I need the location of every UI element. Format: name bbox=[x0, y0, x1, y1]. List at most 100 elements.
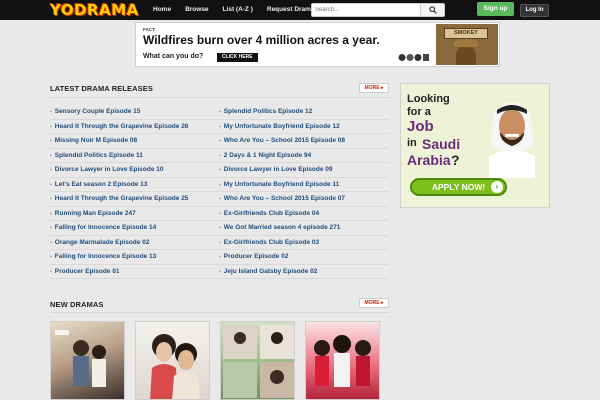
poster-figures-icon bbox=[150, 334, 200, 399]
release-list-item[interactable]: ▪ Orange Marmalade Episode 02 bbox=[50, 236, 220, 250]
release-title-link[interactable]: Who Are You – School 2015 Episode 07 bbox=[224, 195, 345, 202]
drama-poster-3[interactable] bbox=[220, 321, 295, 400]
release-list-item[interactable]: ▪ Splendid Politics Episode 11 bbox=[50, 149, 220, 163]
release-list-item[interactable]: ▪ Falling for Innocence Episode 14 bbox=[50, 221, 220, 236]
site-logo[interactable]: YODRAMA bbox=[50, 1, 139, 19]
release-list-item[interactable]: ▪ Heard It Through the Grapevine Episode … bbox=[50, 192, 220, 207]
release-title-link[interactable]: Producer Episode 01 bbox=[55, 268, 120, 275]
bullet-icon: ▪ bbox=[50, 109, 52, 115]
bullet-icon: ▪ bbox=[50, 181, 52, 188]
search-box bbox=[311, 3, 445, 17]
search-input[interactable] bbox=[315, 5, 420, 15]
release-list-item[interactable]: ▪ My Unfortunate Boyfriend Episode 11 bbox=[219, 178, 389, 192]
bullet-icon: ▪ bbox=[50, 268, 52, 275]
top-navbar: YODRAMA Home Browse List (A-Z ) Request … bbox=[0, 0, 600, 20]
release-title-link[interactable]: My Unfortunate Boyfriend Episode 12 bbox=[224, 123, 340, 130]
bullet-icon: ▪ bbox=[219, 152, 221, 159]
ad-question-mark: ? bbox=[451, 152, 460, 168]
ad-job: Job bbox=[407, 118, 434, 135]
release-list-item[interactable]: ▪ Falling for Innocence Episode 13 bbox=[50, 250, 220, 265]
release-title-link[interactable]: Producer Episode 02 bbox=[224, 253, 289, 260]
release-title-link[interactable]: Ex-Girlfriends Club Episode 03 bbox=[224, 239, 319, 246]
latest-releases-title: LATEST DRAMA RELEASES bbox=[50, 84, 153, 93]
release-title-link[interactable]: Splendid Politics Episode 12 bbox=[224, 108, 313, 115]
release-title-link[interactable]: Sensory Couple Episode 15 bbox=[55, 108, 141, 115]
latest-list-right: ▪ Splendid Politics Episode 12 ▪ My Unfortu… bbox=[219, 105, 389, 279]
saudi-job-ad[interactable]: Looking for a Job in Saudi Arabia ? APPL… bbox=[400, 83, 550, 208]
release-title-link[interactable]: Heard It Through the Grapevine Episode 2… bbox=[55, 195, 189, 202]
bullet-icon: ▪ bbox=[50, 210, 52, 217]
bullet-icon: ▪ bbox=[50, 123, 52, 130]
release-title-link[interactable]: Orange Marmalade Episode 02 bbox=[55, 239, 150, 246]
release-title-link[interactable]: Falling for Innocence Episode 14 bbox=[55, 224, 157, 231]
bullet-icon: ▪ bbox=[219, 254, 221, 260]
new-dramas-more-button[interactable]: MORE ▸ bbox=[359, 298, 389, 308]
release-title-link[interactable]: Ex-Girlfriends Club Episode 04 bbox=[224, 210, 319, 217]
latest-more-button[interactable]: MORE ▸ bbox=[359, 83, 389, 93]
release-list-item[interactable]: ▪ Missing Noir M Episode 08 bbox=[50, 134, 220, 149]
release-title-link[interactable]: Heard It Through the Grapevine Episode 2… bbox=[55, 123, 189, 130]
release-list-item[interactable]: ▪ Ex-Girlfriends Club Episode 03 bbox=[219, 236, 389, 250]
ad-fact-label: FACT: bbox=[143, 27, 156, 32]
release-title-link[interactable]: Jeju Island Gatsby Episode 02 bbox=[224, 268, 318, 275]
release-list-item[interactable]: ▪ My Unfortunate Boyfriend Episode 12 bbox=[219, 120, 389, 134]
ad-sponsor-logos-icon bbox=[398, 54, 429, 61]
drama-poster-2[interactable] bbox=[135, 321, 210, 400]
release-list-item[interactable]: ▪ Running Man Episode 247 bbox=[50, 207, 220, 221]
release-list-item[interactable]: ▪ Who Are You – School 2015 Episode 08 bbox=[219, 134, 389, 149]
bullet-icon: ▪ bbox=[219, 167, 221, 173]
bullet-icon: ▪ bbox=[219, 138, 221, 144]
release-list-item[interactable]: ▪ Ex-Girlfriends Club Episode 04 bbox=[219, 207, 389, 221]
release-title-link[interactable]: Divorce Lawyer in Love Episode 10 bbox=[55, 166, 164, 173]
man-portrait-image bbox=[489, 102, 535, 178]
release-title-link[interactable]: Let's Eat season 2 Episode 13 bbox=[55, 181, 148, 188]
release-list-item[interactable]: ▪ Divorce Lawyer in Love Episode 09 bbox=[219, 163, 389, 178]
release-list-item[interactable]: ▪ We Got Married season 4 episode 271 bbox=[219, 221, 389, 236]
section-divider bbox=[50, 312, 390, 313]
release-list-item[interactable]: ▪ Producer Episode 02 bbox=[219, 250, 389, 265]
bullet-icon: ▪ bbox=[219, 239, 221, 246]
bullet-icon: ▪ bbox=[219, 268, 221, 275]
release-list-item[interactable]: ▪ Producer Episode 01 bbox=[50, 265, 220, 279]
poster-figures-icon bbox=[314, 335, 371, 387]
chevron-right-icon: › bbox=[491, 181, 503, 193]
drama-poster-4[interactable] bbox=[305, 321, 380, 400]
release-title-link[interactable]: Who Are You – School 2015 Episode 08 bbox=[224, 137, 345, 144]
nav-browse[interactable]: Browse bbox=[178, 0, 215, 20]
release-list-item[interactable]: ▪ Heard It Through the Grapevine Episode … bbox=[50, 120, 220, 134]
poster-figures-icon bbox=[55, 330, 106, 387]
ad-click-here-button[interactable]: CLICK HERE bbox=[217, 53, 258, 62]
release-title-link[interactable]: Falling for Innocence Episode 13 bbox=[55, 253, 157, 260]
bullet-icon: ▪ bbox=[50, 152, 52, 159]
release-list-item[interactable]: ▪ Divorce Lawyer in Love Episode 10 bbox=[50, 163, 220, 178]
nav-list-az[interactable]: List (A-Z ) bbox=[216, 0, 260, 20]
release-title-link[interactable]: 2 Days & 1 Night Episode 94 bbox=[224, 152, 311, 159]
search-button[interactable] bbox=[420, 4, 444, 16]
ad-question: What can you do? bbox=[143, 53, 204, 60]
ad-looking: Looking bbox=[407, 93, 450, 105]
release-list-item[interactable]: ▪ Who Are You – School 2015 Episode 07 bbox=[219, 192, 389, 207]
release-list-item[interactable]: ▪ Sensory Couple Episode 15 bbox=[50, 105, 220, 120]
release-title-link[interactable]: Running Man Episode 247 bbox=[55, 210, 136, 217]
bullet-icon: ▪ bbox=[50, 254, 52, 260]
smokey-bear-image: SMOKEY bbox=[436, 24, 498, 65]
wildfire-banner-ad[interactable]: FACT: Wildfires burn over 4 million acre… bbox=[135, 22, 500, 67]
release-title-link[interactable]: My Unfortunate Boyfriend Episode 11 bbox=[224, 181, 340, 188]
release-title-link[interactable]: We Got Married season 4 episode 271 bbox=[224, 224, 341, 231]
release-title-link[interactable]: Divorce Lawyer in Love Episode 09 bbox=[224, 166, 333, 173]
release-list-item[interactable]: ▪ Jeju Island Gatsby Episode 02 bbox=[219, 265, 389, 279]
drama-poster-1[interactable] bbox=[50, 321, 125, 400]
new-dramas-title: NEW DRAMAS bbox=[50, 300, 104, 309]
nav-home[interactable]: Home bbox=[146, 0, 178, 20]
ad-headline: Wildfires burn over 4 million acres a ye… bbox=[143, 33, 380, 47]
release-list-item[interactable]: ▪ 2 Days & 1 Night Episode 94 bbox=[219, 149, 389, 163]
signup-button[interactable]: Sign up bbox=[477, 2, 514, 16]
release-list-item[interactable]: ▪ Let's Eat season 2 Episode 13 bbox=[50, 178, 220, 192]
release-list-item[interactable]: ▪ Splendid Politics Episode 12 bbox=[219, 105, 389, 120]
login-button[interactable]: Log In bbox=[520, 4, 549, 17]
release-title-link[interactable]: Splendid Politics Episode 11 bbox=[55, 152, 143, 159]
more-label: MORE bbox=[364, 85, 380, 91]
bullet-icon: ▪ bbox=[50, 225, 52, 231]
ad-arabia: Arabia bbox=[407, 152, 451, 168]
release-title-link[interactable]: Missing Noir M Episode 08 bbox=[55, 137, 137, 144]
